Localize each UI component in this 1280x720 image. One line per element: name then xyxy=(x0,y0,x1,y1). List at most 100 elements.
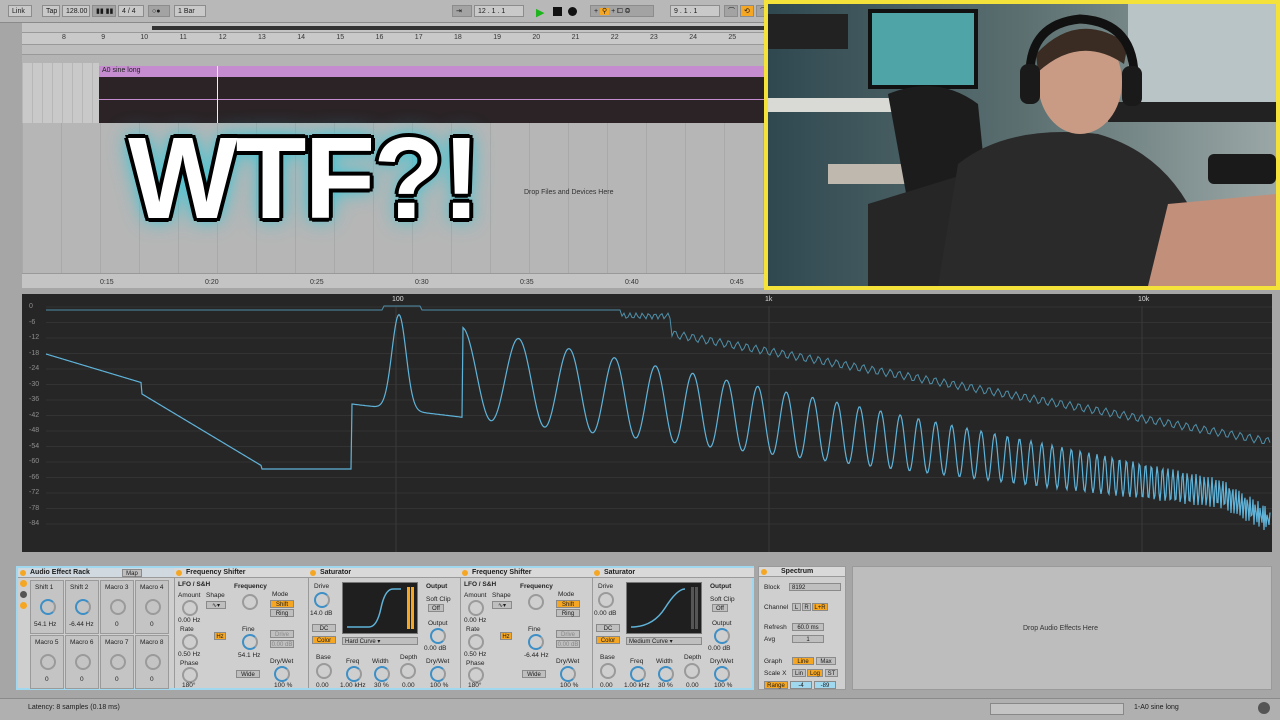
channel-r-button[interactable]: R xyxy=(802,603,811,611)
sat1-output-knob[interactable] xyxy=(430,628,446,644)
fs2-ring-button[interactable]: Ring xyxy=(556,609,580,617)
sat2-softclip-button[interactable]: Off xyxy=(712,604,728,612)
sat1-power-icon[interactable] xyxy=(310,570,316,576)
graph-max-button[interactable]: Max xyxy=(816,657,836,665)
macro-knob[interactable] xyxy=(75,599,91,615)
range-low-field[interactable]: -89 xyxy=(814,681,836,689)
macro-1[interactable]: Shift 1 54.1 Hz xyxy=(30,580,64,634)
sat2-depth-knob[interactable] xyxy=(684,663,700,679)
fs2-shift-button[interactable]: Shift xyxy=(556,600,580,608)
graph-line-button[interactable]: Line xyxy=(792,657,814,665)
fs1-ring-button[interactable]: Ring xyxy=(270,609,294,617)
time-ruler[interactable] xyxy=(22,273,764,288)
drop-effects-area[interactable]: Drop Audio Effects Here xyxy=(852,566,1272,690)
sat1-curve-menu[interactable]: Hard Curve ▾ xyxy=(342,637,418,645)
sat2-base-knob[interactable] xyxy=(600,663,616,679)
fs2-phase-knob[interactable] xyxy=(468,667,484,683)
fs2-hz-button[interactable]: Hz xyxy=(500,632,512,640)
fs2-drive-value[interactable]: 0.00 dB xyxy=(556,640,580,648)
macro-knob[interactable] xyxy=(110,654,126,670)
rack-power-icon[interactable] xyxy=(20,570,26,576)
macro-3[interactable]: Macro 3 0 xyxy=(100,580,134,634)
follow-button[interactable]: ⇥ xyxy=(452,5,472,17)
sat2-width-knob[interactable] xyxy=(658,666,674,682)
fs2-shape-menu[interactable]: ∿▾ xyxy=(492,601,512,609)
nudge-buttons[interactable]: ▮▮ ▮▮ xyxy=(92,5,116,17)
sat2-dc-button[interactable]: DC xyxy=(596,624,620,632)
view-toggle-icon[interactable] xyxy=(1258,702,1270,714)
scale-st-button[interactable]: ST xyxy=(825,669,838,677)
macro-knob[interactable] xyxy=(75,654,91,670)
sat1-color-button[interactable]: Color xyxy=(312,636,336,644)
fs2-fine-knob[interactable] xyxy=(528,634,544,650)
loop-start[interactable]: 9 . 1 . 1 xyxy=(670,5,720,17)
fs1-shift-button[interactable]: Shift xyxy=(270,600,294,608)
quantize-menu[interactable]: 1 Bar xyxy=(174,5,206,17)
range-button[interactable]: Range xyxy=(764,681,788,689)
rack-map-button[interactable]: Map xyxy=(122,569,142,577)
macro-knob[interactable] xyxy=(145,654,161,670)
sat2-power-icon[interactable] xyxy=(594,570,600,576)
channel-lr-button[interactable]: L+R xyxy=(812,603,828,611)
loop-button[interactable]: ⟲ xyxy=(740,5,754,17)
automation-buttons[interactable]: + ⚲ + ⧠ ◎ xyxy=(590,5,654,17)
sat2-color-button[interactable]: Color xyxy=(596,636,620,644)
fs1-drive-value[interactable]: 0.00 dB xyxy=(270,640,294,648)
play-icon[interactable]: ▶ xyxy=(536,6,544,19)
fs1-drive-button[interactable]: Drive xyxy=(270,630,294,638)
fs1-phase-knob[interactable] xyxy=(182,667,198,683)
metronome-button[interactable]: ○● xyxy=(148,5,170,17)
fs1-amount-knob[interactable] xyxy=(182,600,198,616)
song-position[interactable]: 12 . 1 . 1 xyxy=(474,5,524,17)
fs1-hz-button[interactable]: Hz xyxy=(214,632,226,640)
sat1-width-knob[interactable] xyxy=(374,666,390,682)
fs1-drywet-knob[interactable] xyxy=(274,666,290,682)
link-button[interactable]: Link xyxy=(8,5,32,17)
fs1-frequency-knob[interactable] xyxy=(242,594,258,610)
macro-2[interactable]: Shift 2 -6.44 Hz xyxy=(65,580,99,634)
avg-field[interactable]: 1 xyxy=(792,635,824,643)
fs1-rate-knob[interactable] xyxy=(182,634,198,650)
time-signature[interactable]: 4 / 4 xyxy=(118,5,144,17)
sat2-curve-menu[interactable]: Medium Curve ▾ xyxy=(626,637,702,645)
macro-8[interactable]: Macro 8 0 xyxy=(135,635,169,689)
macro-4[interactable]: Macro 4 0 xyxy=(135,580,169,634)
sat1-softclip-button[interactable]: Off xyxy=(428,604,444,612)
macro-knob[interactable] xyxy=(145,599,161,615)
fs1-power-icon[interactable] xyxy=(176,570,182,576)
macro-6[interactable]: Macro 6 0 xyxy=(65,635,99,689)
tap-button[interactable]: Tap xyxy=(42,5,60,17)
tempo-field[interactable]: 128.00 xyxy=(62,5,90,17)
fs2-drywet-knob[interactable] xyxy=(560,666,576,682)
sat1-drive-knob[interactable] xyxy=(314,592,330,608)
macro-knob[interactable] xyxy=(110,599,126,615)
fs1-wide-button[interactable]: Wide xyxy=(236,670,260,678)
spectrum-power-icon[interactable] xyxy=(761,569,767,575)
fs2-wide-button[interactable]: Wide xyxy=(522,670,546,678)
sat2-drive-knob[interactable] xyxy=(598,592,614,608)
fs2-rate-knob[interactable] xyxy=(468,634,484,650)
sat2-drywet-knob[interactable] xyxy=(714,666,730,682)
sat1-depth-knob[interactable] xyxy=(400,663,416,679)
sat1-base-knob[interactable] xyxy=(316,663,332,679)
block-menu[interactable]: 8192 xyxy=(789,583,841,591)
status-field[interactable] xyxy=(990,703,1124,715)
scale-log-button[interactable]: Log xyxy=(807,669,823,677)
sat2-output-knob[interactable] xyxy=(714,628,730,644)
rack-side-buttons[interactable] xyxy=(20,580,28,630)
macro-knob[interactable] xyxy=(40,654,56,670)
locator-lane[interactable] xyxy=(22,45,764,55)
macro-5[interactable]: Macro 5 0 xyxy=(30,635,64,689)
refresh-field[interactable]: 60.0 ms xyxy=(792,623,824,631)
clip-header[interactable]: A0 sine long xyxy=(99,66,764,77)
fs2-frequency-knob[interactable] xyxy=(528,594,544,610)
macro-7[interactable]: Macro 7 0 xyxy=(100,635,134,689)
sat1-freq-knob[interactable] xyxy=(346,666,362,682)
fs2-power-icon[interactable] xyxy=(462,570,468,576)
sat2-freq-knob[interactable] xyxy=(630,666,646,682)
sat1-drywet-knob[interactable] xyxy=(430,666,446,682)
range-high-field[interactable]: -4 xyxy=(790,681,812,689)
fs1-shape-menu[interactable]: ∿▾ xyxy=(206,601,226,609)
scale-lin-button[interactable]: Lin xyxy=(792,669,806,677)
fs1-fine-knob[interactable] xyxy=(242,634,258,650)
